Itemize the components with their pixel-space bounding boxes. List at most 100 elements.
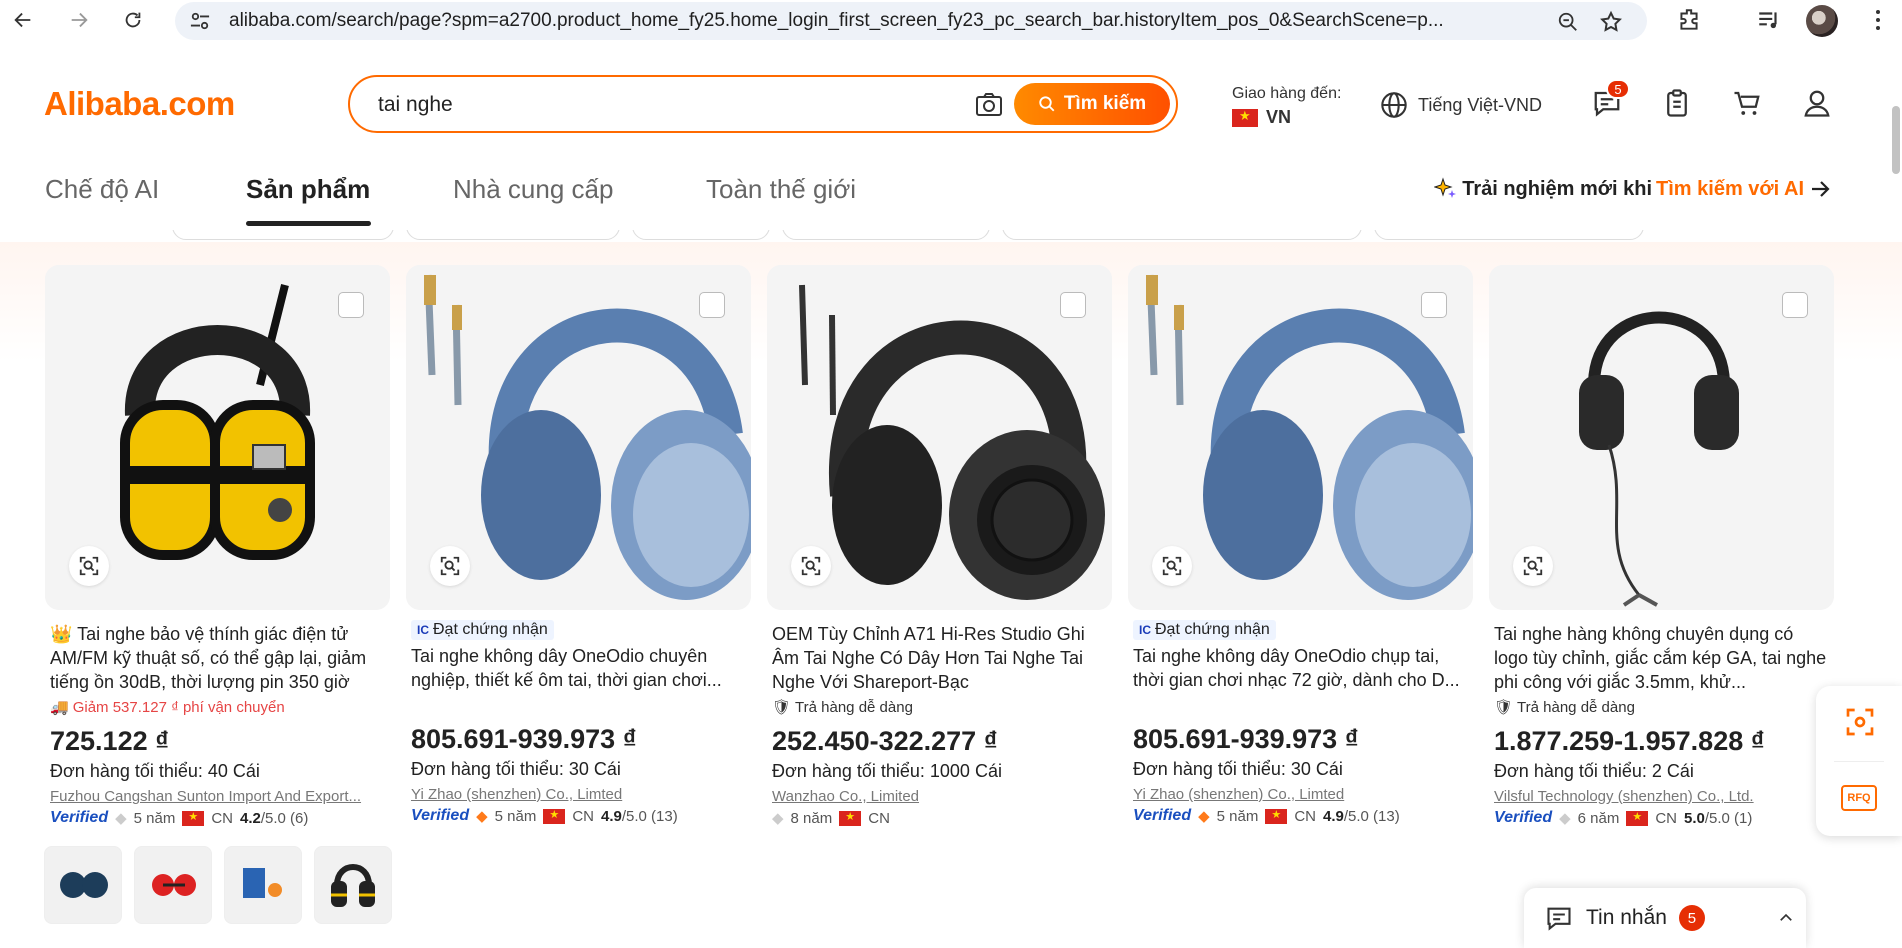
search-icon — [1039, 96, 1055, 112]
shield-check-icon: 🛡 — [772, 699, 792, 716]
chat-icon — [1547, 907, 1571, 931]
compare-checkbox[interactable] — [699, 292, 725, 318]
diamond-icon: ◆ — [1559, 810, 1571, 827]
media-control-icon[interactable] — [1756, 7, 1782, 33]
product-title[interactable]: Tai nghe không dây OneOdio chuyên nghiệp… — [411, 644, 746, 692]
filter-chip[interactable] — [172, 230, 394, 240]
compare-checkbox[interactable] — [1421, 292, 1447, 318]
product-image[interactable] — [1489, 265, 1834, 610]
search-button[interactable]: Tìm kiếm — [1014, 83, 1170, 125]
china-flag-icon — [1265, 808, 1288, 824]
product-title[interactable]: Tai nghe không dây OneOdio chụp tai, thờ… — [1133, 644, 1468, 692]
filter-chip[interactable] — [782, 230, 990, 240]
tab-ai-mode[interactable]: Chế độ AI — [45, 174, 159, 205]
shipping-discount: 🚚 Giảm 537.127 ₫ phí vận chuyển — [50, 696, 385, 718]
image-search-icon[interactable] — [975, 92, 1003, 118]
product-price: 805.691-939.973 ₫ — [1133, 724, 1359, 754]
image-search-icon[interactable] — [69, 546, 109, 586]
ai-search-promo[interactable]: Trải nghiệm mới khi Tìm kiếm với AI — [1434, 177, 1832, 201]
product-image[interactable] — [767, 265, 1112, 610]
product-image[interactable] — [45, 265, 390, 610]
product-card[interactable]: OEM Tùy Chỉnh A71 Hi-Res Studio Ghi Âm T… — [767, 265, 1112, 827]
tab-suppliers[interactable]: Nhà cung cấp — [453, 174, 613, 205]
tab-worldwide[interactable]: Toàn thế giới — [706, 174, 856, 205]
variant-thumbnail[interactable] — [314, 846, 392, 924]
product-image[interactable] — [406, 265, 751, 610]
image-search-icon[interactable] — [1513, 546, 1553, 586]
diamond-icon: ◆ — [476, 808, 488, 825]
verified-badge[interactable]: Verified — [1133, 807, 1191, 825]
min-order: Đơn hàng tối thiểu: 1000 Cái — [772, 761, 1002, 781]
supplier-meta: Verified ◆ 5 năm CN 4.9/5.0 (13) — [411, 807, 746, 825]
product-card[interactable]: IC Đạt chứng nhận Tai nghe không dây OneO… — [406, 265, 751, 825]
product-card[interactable]: 👑 Tai nghe bảo vệ thính giác điện tử AM/… — [45, 265, 390, 827]
supplier-link[interactable]: Yi Zhao (shenzhen) Co., Limted — [411, 786, 746, 803]
product-image[interactable] — [1128, 265, 1473, 610]
supplier-link[interactable]: Fuzhou Cangshan Sunton Import And Export… — [50, 788, 385, 805]
page-scrollbar[interactable] — [1892, 106, 1900, 174]
tab-products[interactable]: Sản phẩm — [246, 174, 370, 205]
certified-badge: IC Đạt chứng nhận — [411, 620, 554, 640]
supplier-meta: Verified ◆ 6 năm CN 5.0/5.0 (1) — [1494, 809, 1829, 827]
variant-thumbnail[interactable] — [224, 846, 302, 924]
messenger-count-badge: 5 — [1678, 905, 1705, 931]
filter-chip[interactable] — [1374, 230, 1644, 240]
verified-badge[interactable]: Verified — [411, 807, 469, 825]
orders-icon[interactable] — [1662, 88, 1692, 118]
product-title[interactable]: 👑 Tai nghe bảo vệ thính giác điện tử AM/… — [50, 622, 385, 694]
compare-checkbox[interactable] — [338, 292, 364, 318]
active-tab-indicator — [246, 221, 371, 226]
image-search-float-icon[interactable] — [1844, 706, 1876, 738]
filter-chip[interactable] — [632, 230, 770, 240]
search-input[interactable] — [378, 93, 938, 117]
zoom-icon[interactable] — [1557, 11, 1579, 33]
compare-checkbox[interactable] — [1060, 292, 1086, 318]
bookmark-star-icon[interactable] — [1599, 10, 1623, 34]
perk-spacer — [411, 694, 746, 716]
supplier-link[interactable]: Wanzhao Co., Limited — [772, 788, 1107, 805]
filter-chip[interactable] — [406, 230, 620, 240]
truck-icon: 🚚 — [50, 699, 69, 716]
supplier-link[interactable]: Yi Zhao (shenzhen) Co., Limted — [1133, 786, 1468, 803]
alibaba-logo[interactable]: Alibaba.com — [44, 85, 235, 123]
supplier-link[interactable]: Vilsful Technology (shenzhen) Co., Ltd. — [1494, 788, 1829, 805]
image-search-icon[interactable] — [791, 546, 831, 586]
compare-checkbox[interactable] — [1782, 292, 1808, 318]
image-search-icon[interactable] — [430, 546, 470, 586]
product-title[interactable]: Tai nghe hàng không chuyên dụng có logo … — [1494, 622, 1829, 694]
verified-badge[interactable]: Verified — [1494, 809, 1552, 827]
product-price: 252.450-322.277 ₫ — [772, 726, 998, 756]
rating: 5.0/5.0 (1) — [1684, 809, 1753, 827]
filter-chip[interactable] — [1002, 230, 1362, 240]
account-icon[interactable] — [1802, 88, 1832, 118]
china-flag-icon — [182, 810, 205, 826]
forward-icon[interactable] — [66, 7, 92, 33]
chevron-up-icon[interactable] — [1777, 909, 1795, 927]
product-card[interactable]: Tai nghe hàng không chuyên dụng có logo … — [1489, 265, 1834, 827]
variant-thumbnail[interactable] — [134, 846, 212, 924]
variant-thumbnail[interactable] — [44, 846, 122, 924]
language-selector[interactable]: Tiếng Việt-VND — [1380, 91, 1542, 119]
perk-text: Trả hàng dễ dàng — [1517, 698, 1635, 716]
product-card[interactable]: IC Đạt chứng nhận Tai nghe không dây OneO… — [1128, 265, 1473, 825]
deliver-to[interactable]: Giao hàng đến: VN — [1232, 85, 1341, 128]
address-bar[interactable]: alibaba.com/search/page?spm=a2700.produc… — [175, 2, 1647, 40]
diamond-icon: ◆ — [1198, 808, 1210, 825]
arrow-right-icon — [1812, 181, 1830, 197]
easy-return: 🛡 Trả hàng dễ dàng — [1494, 696, 1829, 718]
messenger-bar[interactable]: Tin nhắn 5 — [1524, 888, 1806, 948]
min-order: Đơn hàng tối thiểu: 40 Cái — [50, 761, 260, 781]
site-settings-icon[interactable] — [189, 11, 211, 31]
cart-icon[interactable] — [1732, 88, 1762, 118]
rfq-button[interactable]: RFQ — [1841, 785, 1877, 811]
perk-spacer — [1133, 694, 1468, 716]
logo-text: Alibaba.com — [44, 85, 235, 122]
back-icon[interactable] — [10, 7, 36, 33]
more-menu-icon[interactable] — [1868, 7, 1888, 33]
extensions-icon[interactable] — [1676, 7, 1702, 33]
verified-badge[interactable]: Verified — [50, 809, 108, 827]
profile-avatar[interactable] — [1806, 5, 1838, 37]
image-search-icon[interactable] — [1152, 546, 1192, 586]
product-title[interactable]: OEM Tùy Chỉnh A71 Hi-Res Studio Ghi Âm T… — [772, 622, 1107, 694]
reload-icon[interactable] — [120, 7, 146, 33]
